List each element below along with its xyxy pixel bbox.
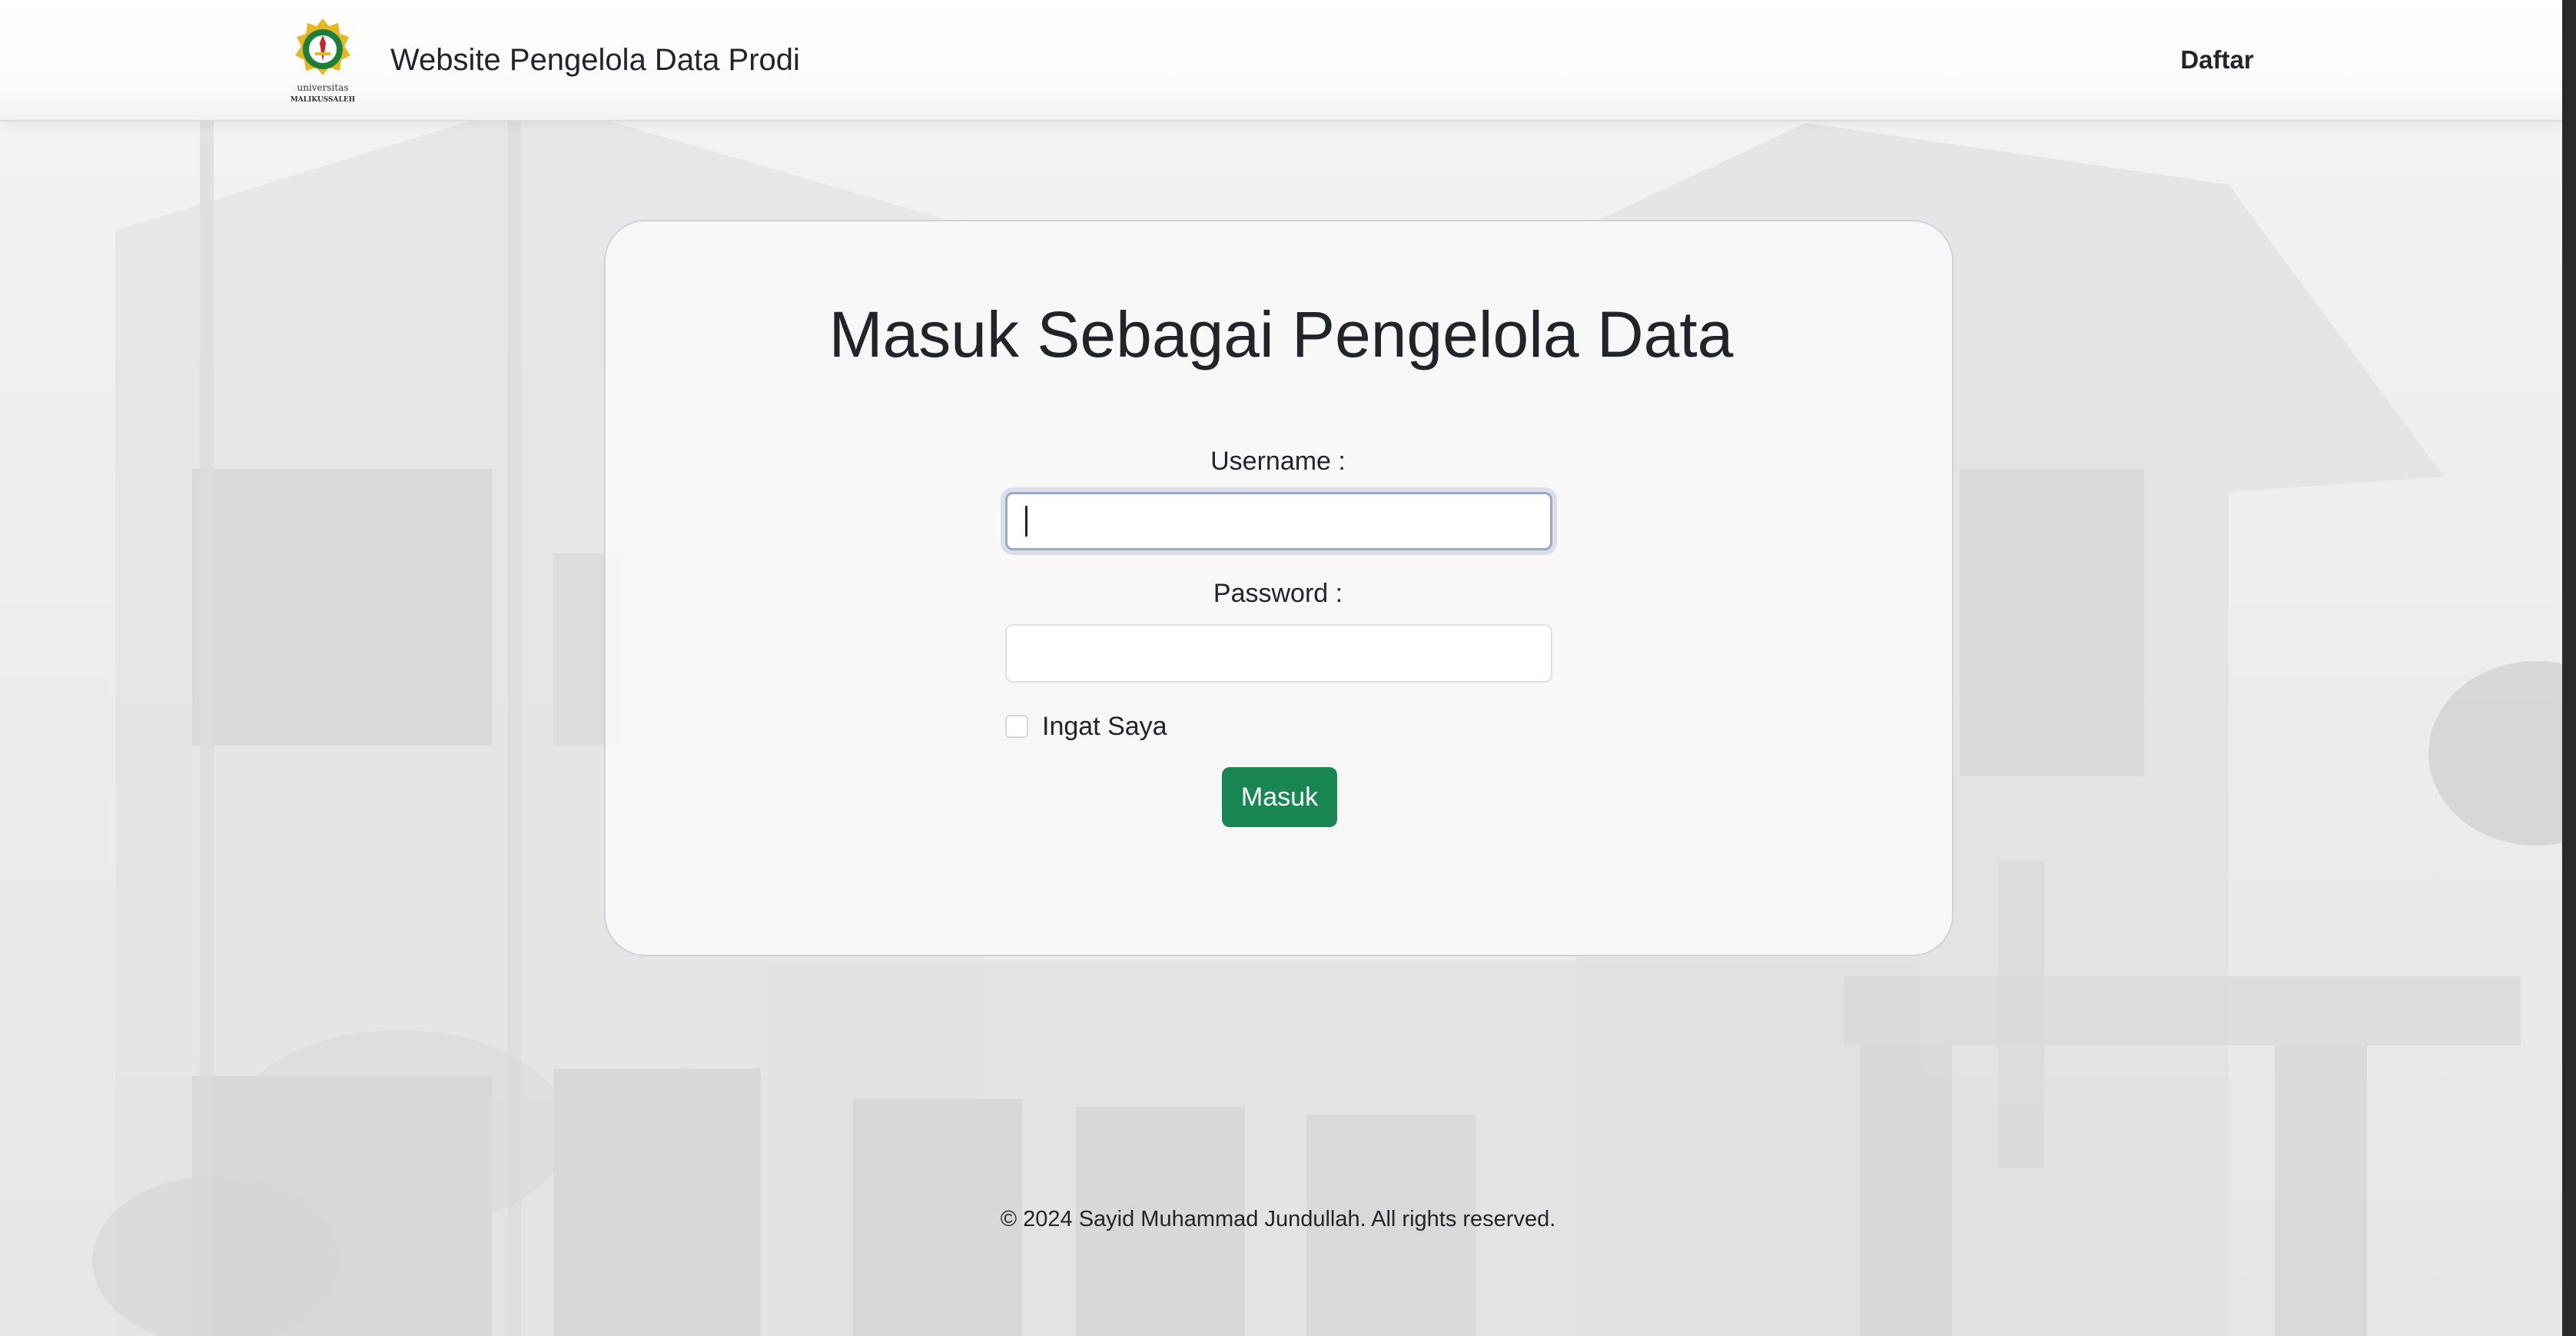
username-label: Username : xyxy=(1210,447,1346,476)
footer-copyright: © 2024 Sayid Muhammad Jundullah. All rig… xyxy=(1000,1207,1556,1231)
text-caret xyxy=(1025,506,1027,537)
password-label: Password : xyxy=(1213,579,1343,608)
password-input[interactable] xyxy=(1005,624,1552,683)
remember-me[interactable]: Ingat Saya xyxy=(1005,707,1167,746)
university-logo-icon[interactable]: universitas MALIKUSSALEH xyxy=(284,14,361,105)
register-link[interactable]: Daftar xyxy=(2167,42,2267,78)
svg-text:universitas: universitas xyxy=(297,82,348,93)
login-button[interactable]: Masuk xyxy=(1222,767,1337,827)
login-heading: Masuk Sebagai Pengelola Data xyxy=(828,298,1734,371)
remember-me-checkbox[interactable] xyxy=(1005,715,1028,738)
navbar: universitas MALIKUSSALEH Website Pengelo… xyxy=(0,0,2562,121)
site-title[interactable]: Website Pengelola Data Prodi xyxy=(390,38,800,81)
username-input[interactable] xyxy=(1005,492,1552,550)
window-edge xyxy=(2562,0,2576,1336)
svg-text:MALIKUSSALEH: MALIKUSSALEH xyxy=(290,96,356,104)
remember-me-label: Ingat Saya xyxy=(1042,712,1167,741)
